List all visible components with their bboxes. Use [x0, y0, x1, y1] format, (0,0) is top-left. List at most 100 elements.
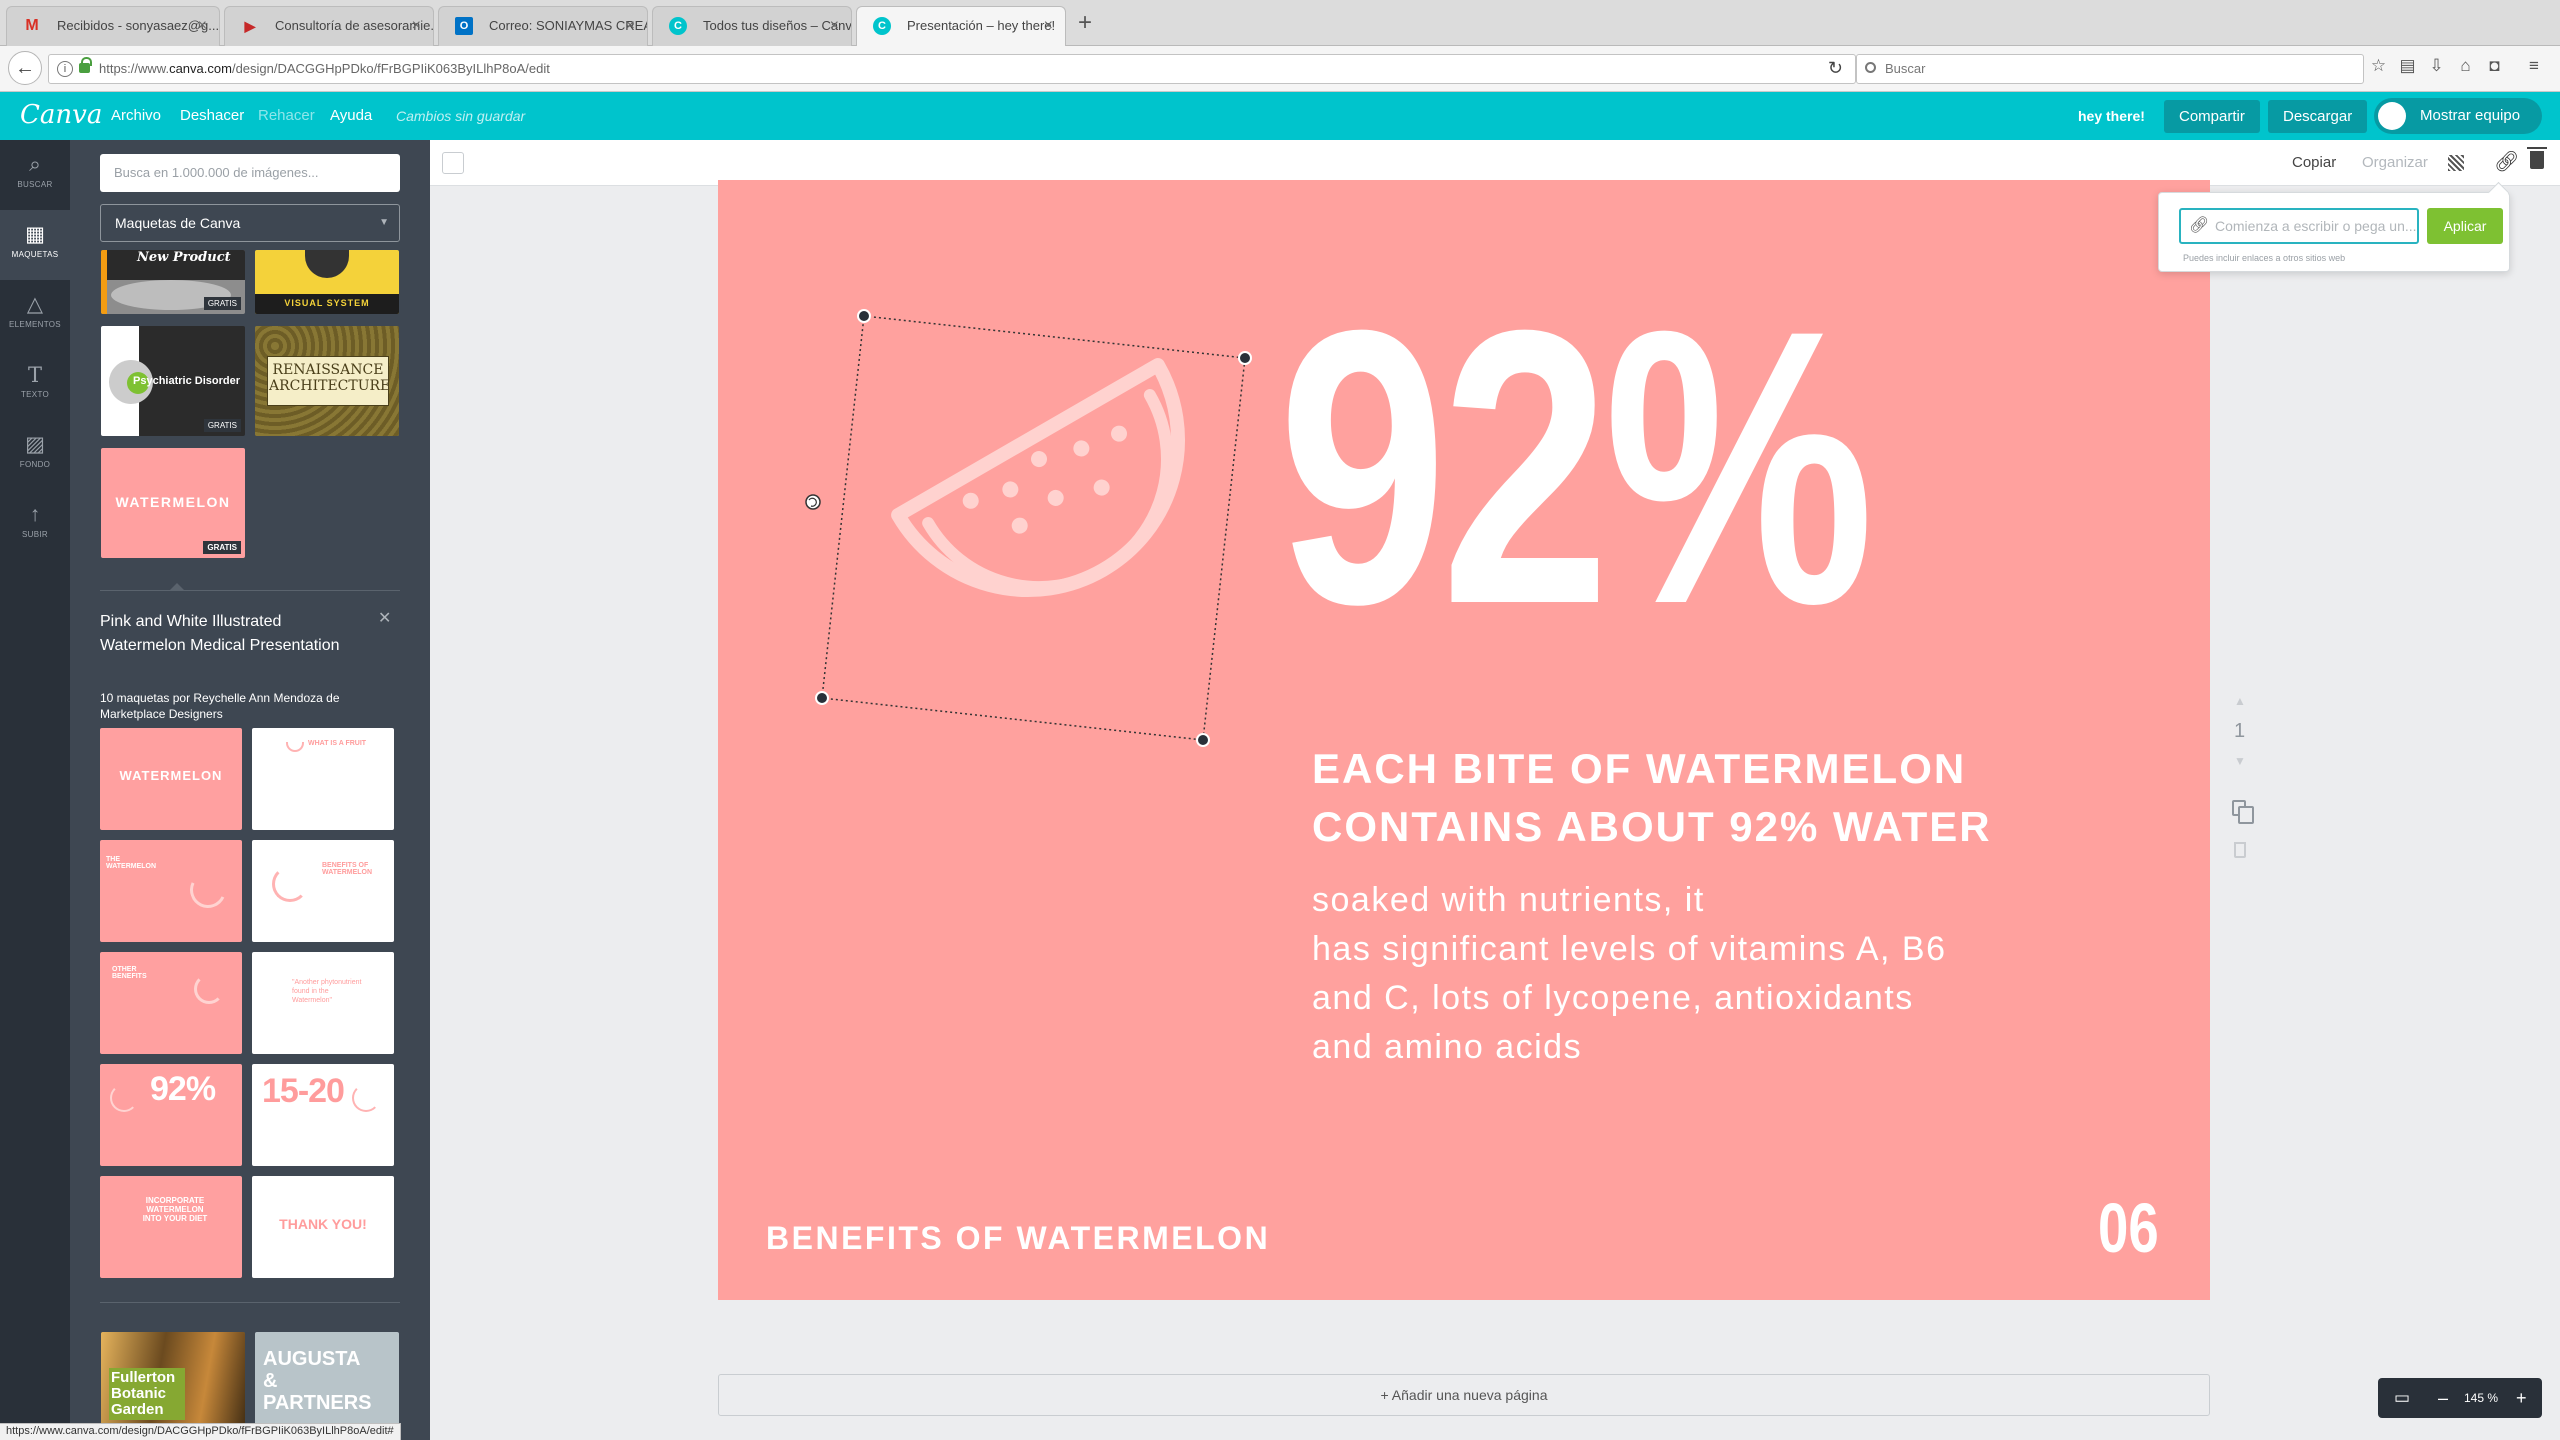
menu-archivo[interactable]: Archivo	[111, 92, 161, 140]
image-search-input[interactable]: Busca en 1.000.000 de imágenes...	[100, 154, 400, 192]
big-stat[interactable]: 92%	[1278, 272, 1874, 662]
zoom-level[interactable]: 145 %	[2464, 1378, 2498, 1418]
upload-icon: ↑	[29, 503, 41, 526]
page-down-icon[interactable]: ▼	[2234, 754, 2246, 768]
template-thumb-renaissance-architecture[interactable]: RENAISSANCE ARCHITECTURE	[255, 326, 399, 436]
rail-item-elementos[interactable]: △ ELEMENTOS	[0, 280, 70, 350]
set-thumb-7[interactable]: 92%	[100, 1064, 242, 1166]
present-icon[interactable]: ▭	[2394, 1378, 2410, 1418]
set-thumb-9[interactable]: INCORPORATE WATERMELON INTO YOUR DIET	[100, 1176, 242, 1278]
close-icon[interactable]: ×	[830, 7, 839, 45]
template-thumb-new-product[interactable]: New Product GRATIS	[101, 250, 245, 314]
add-page-button[interactable]: + Añadir una nueva página	[718, 1374, 2210, 1416]
link-url-input[interactable]: 🔗︎ Comienza a escribir o pega un...	[2179, 208, 2419, 244]
page-number: 1	[2234, 720, 2246, 742]
browser-tab-presentacion[interactable]: C Presentación – hey there! ×	[856, 6, 1066, 47]
download-icon[interactable]: ⇩	[2422, 56, 2451, 76]
set-thumb-4[interactable]: BENEFITS OF WATERMELON	[252, 840, 394, 942]
browser-tab-gmail[interactable]: M Recibidos - sonyasaez@g... ×	[6, 6, 220, 46]
left-rail: ⌕ BUSCAR ▦ MAQUETAS △ ELEMENTOS T TEXTO …	[0, 140, 70, 1440]
layouts-icon: ▦	[25, 223, 45, 246]
layout-source-select[interactable]: Maquetas de Canva ▼	[100, 204, 400, 242]
set-thumb-8[interactable]: 15-20	[252, 1064, 394, 1166]
slide-canvas[interactable]: 92% EACH BITE OF WATERMELON CONTAINS ABO…	[718, 180, 2210, 1300]
set-thumb-5[interactable]: OTHER BENEFITS	[100, 952, 242, 1054]
pocket-icon[interactable]: ◘	[2480, 56, 2509, 76]
reading-list-icon[interactable]: ▤	[2393, 56, 2422, 76]
trash-icon[interactable]	[2527, 147, 2547, 169]
slide-headline[interactable]: EACH BITE OF WATERMELON CONTAINS ABOUT 9…	[1312, 740, 2072, 856]
tab-title: Presentación – hey there!	[907, 18, 1056, 33]
back-button[interactable]: ←	[8, 51, 42, 85]
reload-icon[interactable]: ↻	[1828, 58, 1843, 79]
organize-button[interactable]: Organizar	[2362, 140, 2428, 186]
tab-title: Correo: SONIAYMAS CREA...	[489, 18, 648, 33]
slide-footer-title[interactable]: BENEFITS OF WATERMELON	[766, 1220, 1270, 1257]
share-button[interactable]: Compartir	[2164, 100, 2260, 133]
download-button[interactable]: Descargar	[2268, 100, 2368, 133]
close-icon[interactable]: ×	[412, 7, 421, 45]
gmail-icon: M	[25, 17, 39, 34]
set-thumb-1[interactable]: WATERMELON	[100, 728, 242, 830]
template-set-author: 10 maquetas por Reychelle Ann Mendoza de…	[100, 691, 340, 721]
templates-panel: Busca en 1.000.000 de imágenes... Maquet…	[70, 140, 430, 1440]
page-up-icon[interactable]: ▲	[2234, 694, 2246, 708]
greeting: hey there!	[2078, 108, 2145, 124]
browser-search-input[interactable]: Buscar	[1856, 54, 2364, 84]
menu-rehacer[interactable]: Rehacer	[258, 92, 315, 140]
delete-page-icon[interactable]	[2234, 842, 2246, 858]
template-thumb-psychiatric-disorder[interactable]: Psychiatric Disorder GRATIS	[101, 326, 245, 436]
close-icon[interactable]: ×	[626, 7, 635, 45]
slide-page-label[interactable]: 06	[2098, 1188, 2159, 1268]
url-bar[interactable]: i https://www.canva.com/design/DACGGHpPD…	[48, 54, 1856, 84]
link-icon[interactable]: 🔗︎	[2494, 149, 2519, 174]
info-icon[interactable]: i	[57, 61, 73, 77]
bookmark-star-icon[interactable]: ☆	[2364, 56, 2393, 76]
rail-item-buscar[interactable]: ⌕ BUSCAR	[0, 140, 70, 210]
browser-tab-outlook[interactable]: O Correo: SONIAYMAS CREA... ×	[438, 6, 648, 46]
select-all-checkbox[interactable]	[442, 152, 464, 174]
menu-ayuda[interactable]: Ayuda	[330, 92, 372, 140]
browser-toolbar-icons: ☆ ▤ ⇩ ⌂ ◘ ≡	[2364, 56, 2559, 82]
show-team-button[interactable]: Mostrar equipo	[2374, 98, 2542, 134]
browser-tab-canva-designs[interactable]: C Todos tus diseños – Canva ×	[652, 6, 852, 46]
canva-header: Canva Archivo Deshacer Rehacer Ayuda Cam…	[0, 92, 2560, 140]
set-thumb-10[interactable]: THANK YOU!	[252, 1176, 394, 1278]
browser-tab-consultoria[interactable]: ▶ Consultoría de asesoramie... ×	[224, 6, 434, 46]
search-icon	[1865, 62, 1876, 73]
slide-body[interactable]: soaked with nutrients, it has significan…	[1312, 876, 2052, 1072]
template-thumb-visual-system[interactable]: VISUAL SYSTEM	[255, 250, 399, 314]
save-status: Cambios sin guardar	[396, 108, 526, 124]
template-set-title: Pink and White Illustrated Watermelon Me…	[100, 613, 340, 654]
close-icon[interactable]: ✕	[378, 608, 391, 628]
elements-icon: △	[26, 293, 44, 316]
rail-item-texto[interactable]: T TEXTO	[0, 350, 70, 420]
play-icon: ▶	[244, 18, 256, 34]
menu-icon[interactable]: ≡	[2509, 56, 2559, 76]
menu-deshacer[interactable]: Deshacer	[180, 92, 244, 140]
background-icon: ▨	[25, 433, 45, 456]
template-thumb-watermelon[interactable]: WATERMELON GRATIS	[101, 448, 245, 558]
link-popup: 🔗︎ Comienza a escribir o pega un... Apli…	[2158, 192, 2510, 272]
set-thumb-2[interactable]: WHAT IS A FRUIT	[252, 728, 394, 830]
transparency-icon[interactable]	[2448, 155, 2464, 171]
home-icon[interactable]: ⌂	[2451, 56, 2480, 76]
body-line: and C, lots of lycopene, antioxidants	[1312, 979, 1914, 1017]
close-icon[interactable]: ×	[1044, 7, 1053, 45]
zoom-in-button[interactable]: +	[2516, 1378, 2527, 1418]
rail-item-subir[interactable]: ↑ SUBIR	[0, 490, 70, 560]
set-thumb-3[interactable]: THE WATERMELON	[100, 840, 242, 942]
url-text: https://www.canva.com/design/DACGGHpPDko…	[99, 61, 550, 76]
new-tab-button[interactable]: +	[1070, 8, 1100, 38]
canva-logo[interactable]: Canva	[20, 92, 102, 138]
set-thumb-6[interactable]: "Another phytonutrient found in the Wate…	[252, 952, 394, 1054]
search-icon: ⌕	[29, 153, 41, 176]
rail-item-fondo[interactable]: ▨ FONDO	[0, 420, 70, 490]
zoom-out-button[interactable]: –	[2438, 1378, 2448, 1418]
copy-button[interactable]: Copiar	[2292, 140, 2336, 186]
duplicate-page-icon[interactable]	[2232, 800, 2254, 824]
rail-item-maquetas[interactable]: ▦ MAQUETAS	[0, 210, 70, 280]
close-icon[interactable]: ×	[198, 7, 207, 45]
apply-link-button[interactable]: Aplicar	[2427, 208, 2503, 244]
tab-title: Recibidos - sonyasaez@g...	[57, 18, 220, 33]
